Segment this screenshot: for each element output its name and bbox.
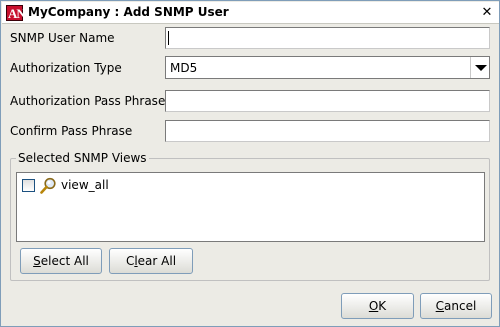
auth-type-value: MD5 — [170, 61, 198, 75]
select-all-label: elect All — [40, 254, 89, 268]
cancel-button[interactable]: Cancel — [420, 293, 492, 319]
view-checkbox[interactable] — [22, 179, 35, 192]
view-label: view_all — [61, 178, 109, 192]
title-bar[interactable]: AN MyCompany : Add SNMP User ✕ — [2, 2, 499, 24]
confirm-pass-field[interactable] — [165, 120, 490, 142]
user-name-label: SNMP User Name — [10, 31, 115, 45]
window-title: MyCompany : Add SNMP User — [28, 5, 229, 19]
clear-all-button[interactable]: Clear All — [109, 248, 193, 274]
app-logo-icon: AN — [6, 5, 26, 21]
auth-type-select[interactable]: MD5 — [165, 56, 490, 79]
views-list[interactable]: view_all — [16, 172, 485, 242]
clear-all-label: ear All — [137, 254, 177, 268]
auth-pass-field[interactable] — [165, 90, 490, 112]
select-all-button[interactable]: Select All — [20, 248, 102, 274]
selected-views-title: Selected SNMP Views — [16, 151, 149, 165]
ok-button[interactable]: OK — [341, 293, 414, 319]
close-icon[interactable]: ✕ — [479, 5, 495, 21]
cancel-label: ancel — [444, 299, 477, 313]
user-name-field[interactable] — [165, 27, 490, 49]
select-all-mnemonic: S — [33, 254, 41, 268]
auth-type-label: Authorization Type — [10, 61, 122, 75]
chevron-down-icon[interactable] — [470, 57, 489, 78]
add-snmp-user-dialog: AN MyCompany : Add SNMP User ✕ SNMP User… — [0, 0, 500, 327]
ok-label: K — [378, 299, 387, 313]
text-cursor — [168, 31, 169, 45]
selected-views-group: Selected SNMP Views view_all Select All … — [10, 151, 490, 281]
user-name-input[interactable] — [166, 28, 489, 48]
auth-pass-input[interactable] — [166, 91, 489, 111]
cancel-mnemonic: C — [435, 299, 445, 313]
confirm-pass-input[interactable] — [166, 121, 489, 141]
magnifier-icon — [40, 177, 56, 194]
confirm-pass-label: Confirm Pass Phrase — [10, 124, 133, 138]
ok-mnemonic: O — [368, 299, 379, 313]
auth-pass-label: Authorization Pass Phrase — [10, 94, 166, 108]
